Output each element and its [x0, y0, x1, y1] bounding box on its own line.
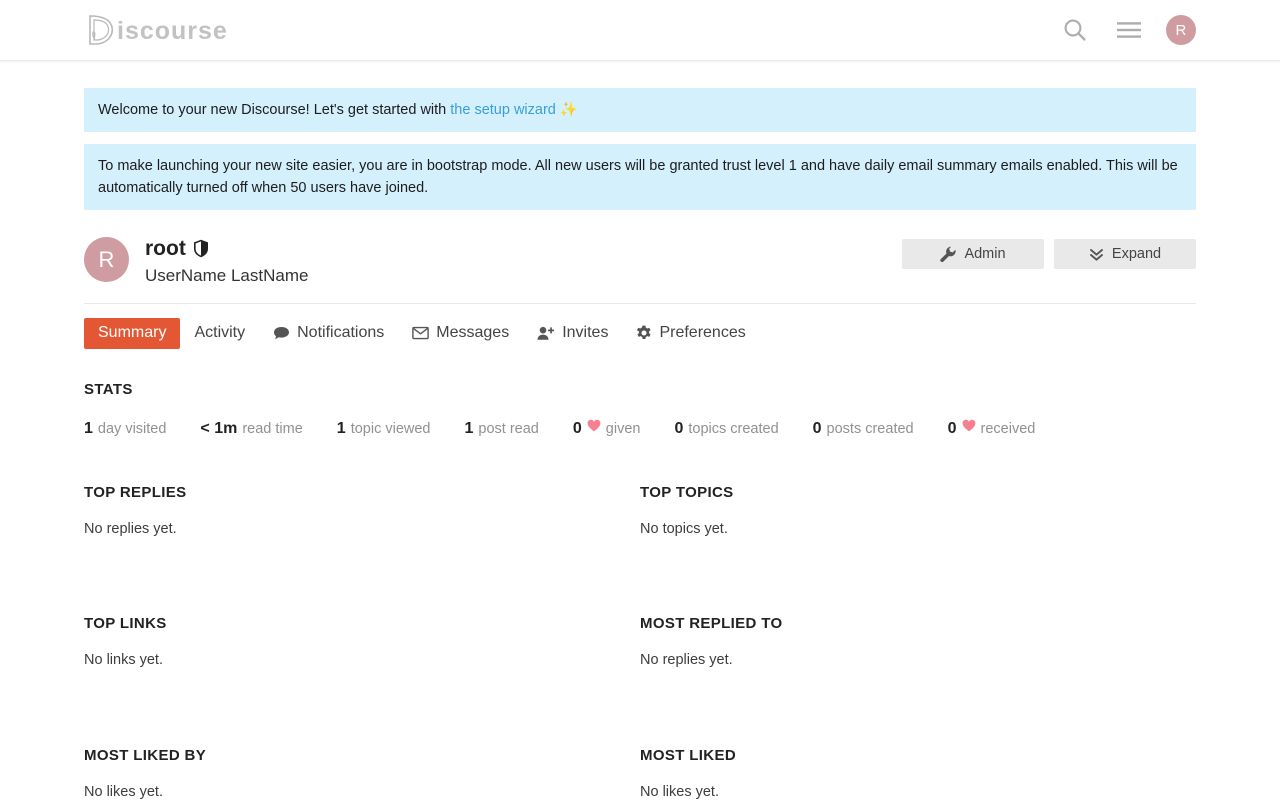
stat-label: day visited	[98, 421, 167, 437]
stat-label: post read	[478, 421, 538, 437]
tab-preferences-label: Preferences	[659, 323, 745, 344]
tab-messages[interactable]: Messages	[398, 318, 523, 349]
stat-value: 0	[813, 420, 822, 438]
setup-wizard-link[interactable]: the setup wizard	[450, 102, 556, 118]
user-plus-icon	[537, 326, 555, 341]
search-icon[interactable]	[1058, 13, 1092, 47]
profile-header: R root UserName LastName	[84, 222, 1196, 304]
avatar[interactable]: R	[1166, 15, 1196, 45]
envelope-icon	[412, 326, 429, 340]
stat-read-time: < 1m read time	[200, 420, 302, 438]
section-title: Top Links	[84, 615, 640, 632]
stat-day-visited: 1 day visited	[84, 420, 166, 438]
section-most-replied-to: Most Replied To No replies yet.	[640, 615, 1196, 670]
gear-icon	[636, 325, 652, 341]
stat-posts-created: 0 posts created	[813, 420, 914, 438]
section-top-topics: Top Topics No topics yet.	[640, 484, 1196, 539]
svg-text:iscourse: iscourse	[117, 17, 228, 45]
sparkles-icon: ✨	[560, 102, 578, 118]
full-name: UserName LastName	[145, 265, 308, 287]
stat-value: 1	[465, 420, 474, 438]
tab-invites[interactable]: Invites	[523, 318, 622, 349]
section-title: Top Topics	[640, 484, 1196, 501]
stats-row: 1 day visited < 1m read time 1 topic vie…	[84, 420, 1196, 438]
double-chevron-down-icon	[1089, 247, 1104, 262]
speech-bubble-icon	[273, 326, 290, 341]
grid-spacer	[84, 538, 640, 615]
stat-label: topics created	[688, 421, 778, 437]
tab-invites-label: Invites	[562, 323, 608, 344]
admin-button-label: Admin	[964, 246, 1005, 262]
grid-spacer	[640, 670, 1196, 747]
site-logo[interactable]: iscourse	[84, 0, 232, 60]
stat-likes-received: 0 received	[948, 420, 1036, 438]
section-top-replies: Top Replies No replies yet.	[84, 484, 640, 539]
profile-avatar-initial: R	[99, 247, 115, 273]
stat-value: 1	[84, 420, 93, 438]
stat-likes-given: 0 given	[573, 420, 641, 438]
section-most-liked: Most Liked No likes yet.	[640, 747, 1196, 800]
section-top-links: Top Links No links yet.	[84, 615, 640, 670]
stat-label: given	[606, 421, 641, 437]
heart-icon	[962, 419, 976, 432]
section-title: Top Replies	[84, 484, 640, 501]
hamburger-menu-icon[interactable]	[1112, 13, 1146, 47]
site-header: iscourse R	[0, 0, 1280, 61]
tab-summary-label: Summary	[98, 323, 166, 344]
bootstrap-mode-banner: To make launching your new site easier, …	[84, 144, 1196, 210]
tab-messages-label: Messages	[436, 323, 509, 344]
profile-nav-tabs: Summary Activity Notifications Messages	[84, 304, 1196, 355]
expand-button[interactable]: Expand	[1054, 239, 1196, 269]
profile-avatar[interactable]: R	[84, 237, 129, 282]
tab-preferences[interactable]: Preferences	[622, 318, 759, 349]
username-row: root	[145, 236, 308, 262]
stat-label: topic viewed	[351, 421, 431, 437]
welcome-banner: Welcome to your new Discourse! Let's get…	[84, 88, 1196, 132]
avatar-initial: R	[1175, 22, 1186, 39]
tab-activity[interactable]: Activity	[180, 318, 259, 349]
stat-value: 1	[337, 420, 346, 438]
page-title: root	[145, 236, 186, 262]
section-empty-text: No replies yet.	[84, 520, 640, 539]
stat-topics-viewed: 1 topic viewed	[337, 420, 431, 438]
section-title: Most Liked By	[84, 747, 640, 764]
section-empty-text: No replies yet.	[640, 651, 1196, 670]
tab-summary[interactable]: Summary	[84, 318, 180, 349]
heart-icon	[587, 419, 601, 432]
stat-posts-read: 1 post read	[465, 420, 539, 438]
wrench-icon	[940, 246, 956, 262]
section-title: Most Liked	[640, 747, 1196, 764]
section-empty-text: No likes yet.	[84, 783, 640, 800]
stat-value: 0	[674, 420, 683, 438]
summary-sections-grid: Top Replies No replies yet. Top Topics N…	[84, 484, 1196, 800]
stat-value: < 1m	[200, 420, 237, 438]
admin-button[interactable]: Admin	[902, 239, 1044, 269]
section-empty-text: No likes yet.	[640, 783, 1196, 800]
stat-label: posts created	[827, 421, 914, 437]
tab-activity-label: Activity	[194, 323, 245, 344]
section-title: Most Replied To	[640, 615, 1196, 632]
tab-notifications-label: Notifications	[297, 323, 384, 344]
tab-notifications[interactable]: Notifications	[259, 318, 398, 349]
section-empty-text: No topics yet.	[640, 520, 1196, 539]
section-empty-text: No links yet.	[84, 651, 640, 670]
expand-button-label: Expand	[1112, 246, 1161, 262]
stat-label: read time	[242, 421, 302, 437]
stat-value: 0	[573, 420, 582, 438]
stat-value: 0	[948, 420, 957, 438]
stat-topics-created: 0 topics created	[674, 420, 778, 438]
welcome-banner-text: Welcome to your new Discourse! Let's get…	[98, 102, 450, 118]
grid-spacer	[640, 538, 1196, 615]
section-most-liked-by: Most Liked By No likes yet.	[84, 747, 640, 800]
shield-icon	[193, 239, 209, 258]
stats-title: Stats	[84, 381, 1196, 398]
main-content: Welcome to your new Discourse! Let's get…	[84, 61, 1196, 800]
stat-label: received	[981, 421, 1036, 437]
grid-spacer	[84, 670, 640, 747]
